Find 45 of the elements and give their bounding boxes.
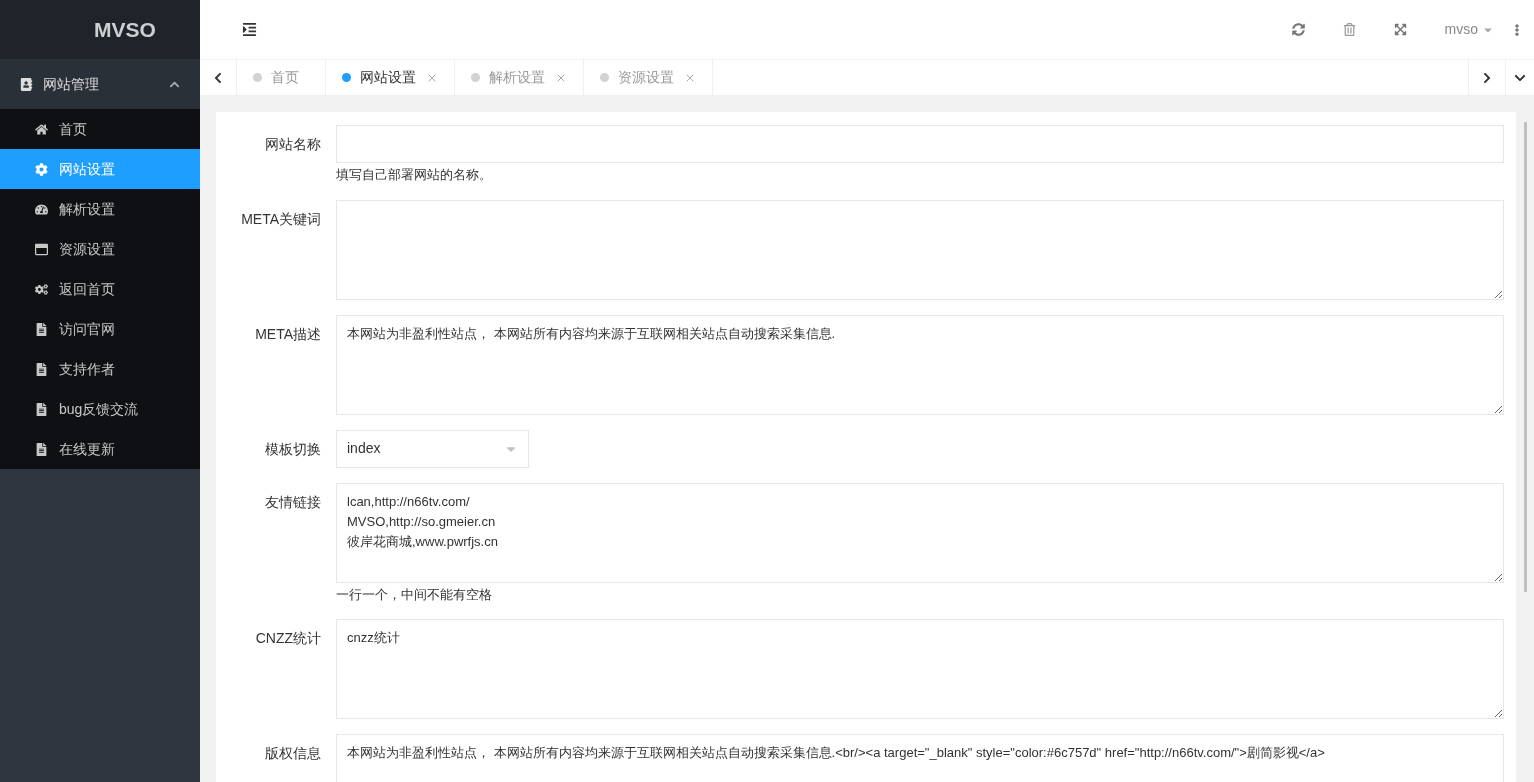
field-label: 模板切换 — [264, 439, 322, 459]
logo-text: MVSO — [94, 16, 156, 43]
menu-group[interactable]: 网站管理 — [0, 59, 200, 109]
trash-icon[interactable] — [1342, 23, 1356, 36]
text-area[interactable]: lcan,http://n66tv.com/ MVSO,http://so.gmeier.cn 彼岸花商城,www.pwrfjs.cn — [336, 482, 1504, 583]
fullscreen-icon[interactable] — [1393, 23, 1407, 36]
field-label: 网站名称 — [264, 135, 322, 154]
field-label: 友情链接 — [264, 492, 322, 512]
chevron-right-icon — [1481, 71, 1493, 84]
gears-icon — [35, 282, 48, 296]
gear-icon — [35, 162, 48, 176]
text-area[interactable]: cnzz统计 — [336, 619, 1504, 719]
window-icon — [35, 242, 48, 256]
contact-book-icon — [20, 77, 33, 91]
field-label: 版权信息 — [264, 744, 322, 763]
sidebar-item[interactable]: 在线更新 — [0, 429, 200, 469]
page-tab[interactable]: 网站设置 — [326, 60, 455, 95]
refresh-icon[interactable] — [1291, 23, 1305, 36]
document-icon — [35, 402, 48, 416]
menu-group-label: 网站管理 — [43, 74, 100, 94]
home-icon — [35, 122, 48, 136]
document-icon — [35, 442, 48, 456]
user-menu[interactable]: mvso — [1444, 19, 1494, 40]
field-label: CNZZ统计 — [254, 629, 322, 648]
chevron-left-icon — [212, 71, 224, 84]
text-area[interactable]: 本网站为非盈利性站点， 本网站所有内容均来源于互联网相关站点自动搜索采集信息.<br/><a target="_blank" style="color:#6c757d" href="http://n66tv.com/">剧简影视</a> — [336, 734, 1504, 782]
sidebar-item[interactable]: 资源设置 — [0, 229, 200, 269]
sidebar-item[interactable]: bug反馈交流 — [0, 389, 200, 429]
sidebar-item[interactable]: 访问官网 — [0, 309, 200, 349]
field-hint: 填写自己部署网站的名称。 — [336, 166, 493, 184]
menu-toggle-icon[interactable] — [242, 22, 257, 37]
text-area[interactable]: 本网站为非盈利性站点， 本网站所有内容均来源于互联网相关站点自动搜索采集信息. — [336, 314, 1504, 415]
sidebar-item[interactable]: 首页 — [0, 109, 200, 149]
sidebar-item[interactable]: 解析设置 — [0, 189, 200, 229]
select-field[interactable]: index — [336, 429, 529, 468]
text-field[interactable] — [336, 125, 1504, 163]
gauge-icon — [35, 202, 48, 216]
sidebar-item[interactable]: 支持作者 — [0, 349, 200, 389]
field-label: META关键词 — [240, 209, 322, 229]
field-hint: 一行一个，中间不能有空格 — [336, 585, 493, 604]
document-icon — [35, 362, 48, 376]
document-icon — [35, 322, 48, 336]
sidebar-item[interactable]: 返回首页 — [0, 269, 200, 309]
field-label: META描述 — [254, 324, 322, 344]
more-icon[interactable] — [1512, 23, 1522, 36]
